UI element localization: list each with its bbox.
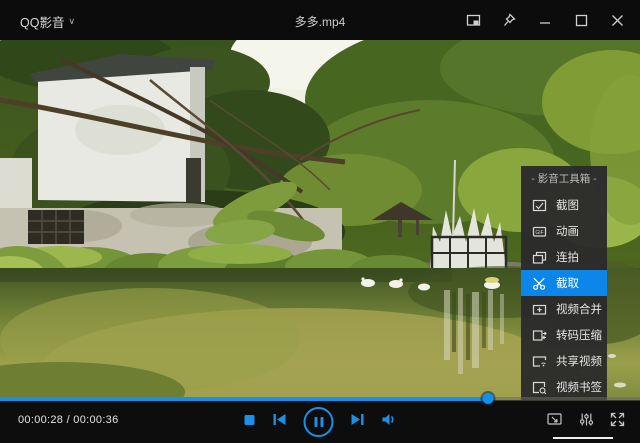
screenshot-icon [532, 198, 547, 213]
capture-select-button[interactable] [547, 412, 563, 432]
stop-icon [244, 413, 256, 431]
minimize-button[interactable] [536, 11, 554, 29]
control-bar: 00:00:28 / 00:00:36 [0, 401, 640, 443]
maximize-button[interactable] [572, 11, 590, 29]
bookmark-icon [532, 380, 547, 395]
stop-button[interactable] [244, 413, 256, 431]
close-button[interactable] [608, 11, 626, 29]
pin-icon [502, 13, 517, 28]
fullscreen-icon [610, 412, 625, 432]
toolbox-title: - 影音工具箱 - [521, 166, 607, 192]
volume-button[interactable] [382, 413, 397, 431]
toolbox-item-screenshot[interactable]: 截图 [521, 192, 607, 218]
toolbox-item-label: 视频合并 [556, 301, 602, 317]
pause-button[interactable] [304, 407, 334, 437]
share-icon [532, 354, 547, 369]
toolbox-item-animation[interactable]: GIF 动画 [521, 218, 607, 244]
next-button[interactable] [351, 413, 365, 431]
svg-text:GIF: GIF [535, 230, 543, 236]
toolbox-item-clip[interactable]: 截取 [521, 270, 607, 296]
toolbox-item-label: 截图 [556, 197, 579, 213]
volume-icon [382, 413, 397, 431]
previous-button[interactable] [273, 413, 287, 431]
seek-handle[interactable] [483, 393, 494, 404]
scissors-icon [532, 276, 547, 291]
toolbox-item-label: 截取 [556, 275, 579, 291]
settings-sliders-icon [579, 412, 594, 432]
next-icon [351, 413, 365, 431]
transcode-icon [532, 328, 547, 343]
toolbox-item-label: 动画 [556, 223, 579, 239]
title-bar: QQ影音 ∨ 多多.mp4 [0, 0, 640, 40]
capture-select-icon [547, 412, 563, 432]
mini-mode-button[interactable] [464, 11, 482, 29]
toolbox-item-label: 转码压缩 [556, 327, 602, 343]
toolbox-item-transcode[interactable]: 转码压缩 [521, 322, 607, 348]
maximize-icon [575, 14, 588, 27]
media-toolbox-panel: - 影音工具箱 - 截图 GIF 动画 连拍 截取 [521, 166, 607, 400]
close-icon [611, 14, 624, 27]
merge-icon [532, 302, 547, 317]
burst-icon [532, 250, 547, 265]
toolbox-item-label: 视频书签 [556, 379, 602, 395]
time-display: 00:00:28 / 00:00:36 [18, 414, 119, 426]
qq-player-window: QQ影音 ∨ 多多.mp4 [0, 0, 640, 443]
toolbox-item-video-merge[interactable]: 视频合并 [521, 296, 607, 322]
fullscreen-button[interactable] [610, 412, 625, 432]
settings-sliders-button[interactable] [579, 412, 594, 432]
toolbox-item-share-video[interactable]: 共享视频 [521, 348, 607, 374]
seek-bar-fill [0, 397, 488, 401]
minimize-icon [539, 14, 552, 27]
previous-icon [273, 413, 287, 431]
taskbar-hint-line [553, 437, 613, 439]
seek-bar[interactable] [0, 397, 640, 401]
toolbox-item-label: 共享视频 [556, 353, 602, 369]
pause-icon [314, 417, 317, 427]
toolbox-item-burst[interactable]: 连拍 [521, 244, 607, 270]
pin-on-top-button[interactable] [500, 11, 518, 29]
toolbox-item-label: 连拍 [556, 249, 579, 265]
gif-icon: GIF [532, 224, 547, 239]
mini-mode-icon [466, 13, 481, 28]
